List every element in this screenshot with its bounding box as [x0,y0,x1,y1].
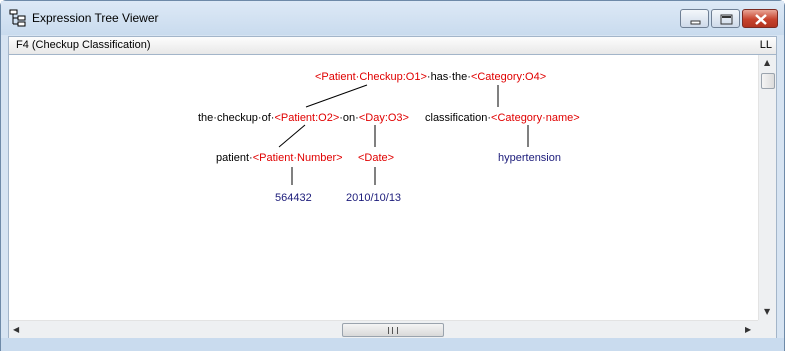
category-value: hypertension [498,152,561,164]
window-bottom-frame [1,338,784,351]
patient-checkup-placeholder: <Patient·Checkup:O1> [315,71,427,83]
scroll-right-icon[interactable]: ▶ [745,325,751,334]
patient-placeholder: <Patient:O2> [274,112,339,124]
classification-text: classification· [425,112,491,124]
tree-node-classification: classification·<Category·name> [425,112,580,124]
checkup-of-text: the·checkup·of· [198,112,274,124]
scroll-left-icon[interactable]: ◀ [13,325,19,334]
tree-edge [278,124,306,148]
date-value: 2010/10/13 [346,192,401,204]
scrollbar-corner [758,320,776,338]
tree-edge [305,84,368,108]
tree-view-area: <Patient·Checkup:O1>·has·the·<Category:O… [8,55,777,338]
on-text: ·on· [339,112,359,124]
expression-title: F4 (Checkup Classification) [16,39,151,51]
tree-node-root: <Patient·Checkup:O1>·has·the·<Category:O… [315,71,546,83]
tree-node-patient-number: patient·<Patient·Number> [216,152,343,164]
expression-header-bar: F4 (Checkup Classification) LL [8,36,777,55]
horizontal-scroll-thumb[interactable] [342,323,444,337]
maximize-icon [720,14,733,25]
day-placeholder: <Day:O3> [359,112,409,124]
tree-app-icon [9,9,26,27]
close-button[interactable] [742,9,778,28]
patient-text: patient· [216,152,253,164]
minimize-icon [690,20,701,25]
patient-number-value: 564432 [275,192,312,204]
vertical-scroll-thumb[interactable] [761,73,775,89]
scroll-up-icon[interactable]: ▲ [764,58,770,67]
grip-icon [388,327,398,334]
scroll-down-icon[interactable]: ▼ [764,307,770,316]
title-bar[interactable]: Expression Tree Viewer [1,1,784,35]
minimize-button[interactable] [680,9,709,28]
horizontal-scrollbar[interactable]: ◀ ▶ [9,320,758,338]
expression-tree-viewer-window: Expression Tree Viewer F4 (Checkup Class… [0,0,785,351]
tree-node-date: <Date> [358,152,394,164]
category-name-placeholder: <Category·name> [491,112,580,124]
header-right-label: LL [759,39,772,51]
close-icon [755,14,767,25]
vertical-scrollbar[interactable]: ▲ ▼ [758,55,776,320]
tree-node-checkup-of: the·checkup·of·<Patient:O2>·on·<Day:O3> [198,112,409,124]
window-title: Expression Tree Viewer [32,11,159,25]
category-placeholder: <Category:O4> [471,71,546,83]
patient-number-placeholder: <Patient·Number> [253,152,343,164]
maximize-button[interactable] [711,9,740,28]
expression-tree-canvas: <Patient·Checkup:O1>·has·the·<Category:O… [198,71,580,204]
root-connector-text: ·has·the· [427,71,471,83]
